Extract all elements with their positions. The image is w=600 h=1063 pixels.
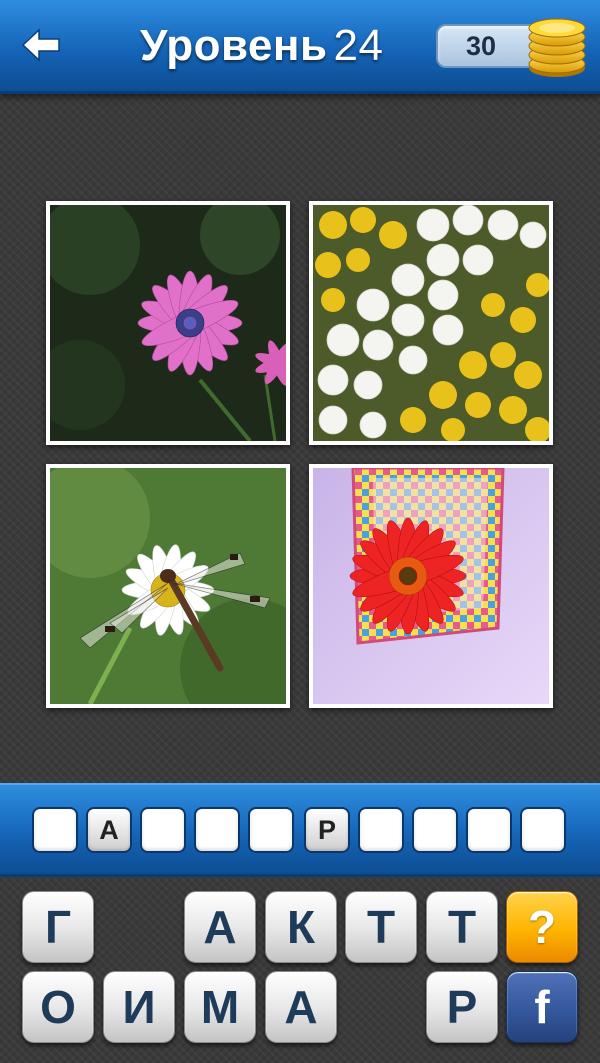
chrysanthemums-image	[313, 205, 549, 441]
coins-count: 30	[465, 31, 497, 61]
letter-key[interactable]: М	[184, 971, 256, 1043]
facebook-icon: f	[534, 981, 550, 1033]
pink-daisy-photo[interactable]	[46, 201, 290, 445]
answer-slot[interactable]	[412, 807, 458, 853]
level-title: Уровень 24	[140, 16, 440, 76]
question-mark-icon: ?	[527, 901, 557, 953]
gerbera-basket-image	[313, 468, 549, 704]
pink-daisy-image	[50, 205, 286, 441]
dragonfly-on-daisy-photo[interactable]	[46, 464, 290, 708]
answer-slot[interactable]	[194, 807, 240, 853]
answer-slot[interactable]: А	[86, 807, 132, 853]
answer-slot[interactable]	[248, 807, 294, 853]
level-title-word: Уровень	[140, 21, 328, 70]
answer-slot[interactable]: Р	[304, 807, 350, 853]
letter-key[interactable]: О	[22, 971, 94, 1043]
white-yellow-chrysanthemums-photo[interactable]	[309, 201, 553, 445]
answer-slot[interactable]	[140, 807, 186, 853]
letter-key[interactable]: К	[265, 891, 337, 963]
answer-slot[interactable]	[32, 807, 78, 853]
answer-bar: А Р	[0, 783, 600, 877]
letter-key[interactable]: И	[103, 971, 175, 1043]
letter-key[interactable]: Р	[426, 971, 498, 1043]
red-gerbera-basket-photo[interactable]	[309, 464, 553, 708]
gold-coins-stack-icon[interactable]	[524, 14, 590, 80]
letter-key[interactable]: Т	[426, 891, 498, 963]
letter-key[interactable]: А	[184, 891, 256, 963]
top-bar: Уровень 24 30	[0, 0, 600, 94]
back-button[interactable]	[16, 20, 66, 70]
answer-slot[interactable]	[466, 807, 512, 853]
facebook-share-button[interactable]: f	[506, 971, 578, 1043]
dragonfly-daisy-image	[50, 468, 286, 704]
answer-slot[interactable]	[358, 807, 404, 853]
back-arrow-icon	[21, 28, 60, 62]
letter-key[interactable]: Г	[22, 891, 94, 963]
answer-slot[interactable]	[520, 807, 566, 853]
hint-button[interactable]: ?	[506, 891, 578, 963]
letter-key[interactable]: А	[265, 971, 337, 1043]
level-number: 24	[333, 21, 384, 70]
letter-key[interactable]: Т	[345, 891, 417, 963]
